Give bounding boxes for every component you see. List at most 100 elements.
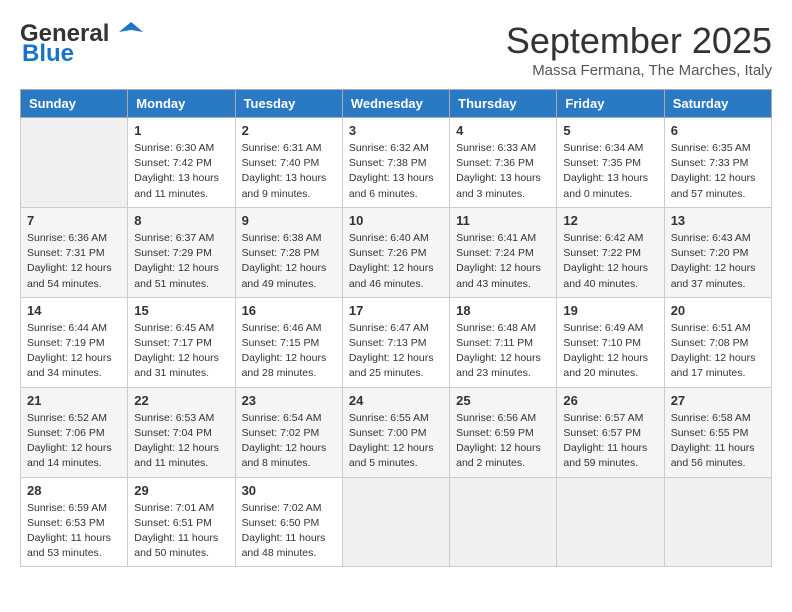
location-subtitle: Massa Fermana, The Marches, Italy	[506, 62, 772, 79]
day-cell: 30 Sunrise: 7:02 AMSunset: 6:50 PMDayligh…	[235, 477, 342, 567]
day-info: Sunrise: 7:01 AMSunset: 6:51 PMDaylight:…	[134, 501, 228, 562]
day-cell: 4 Sunrise: 6:33 AMSunset: 7:36 PMDaylight…	[450, 118, 557, 208]
header-row: SundayMondayTuesdayWednesdayThursdayFrid…	[21, 90, 772, 118]
header-cell-thursday: Thursday	[450, 90, 557, 118]
day-info: Sunrise: 6:42 AMSunset: 7:22 PMDaylight:…	[563, 231, 657, 292]
header-cell-sunday: Sunday	[21, 90, 128, 118]
day-cell: 1 Sunrise: 6:30 AMSunset: 7:42 PMDaylight…	[128, 118, 235, 208]
day-number: 9	[242, 213, 336, 228]
day-cell: 23 Sunrise: 6:54 AMSunset: 7:02 PMDayligh…	[235, 387, 342, 477]
day-info: Sunrise: 6:31 AMSunset: 7:40 PMDaylight:…	[242, 141, 336, 202]
day-number: 25	[456, 393, 550, 408]
day-cell: 15Sunrise: 6:45 AMSunset: 7:17 PMDayligh…	[128, 297, 235, 387]
day-info: Sunrise: 6:38 AMSunset: 7:28 PMDaylight:…	[242, 231, 336, 292]
day-cell: 16 Sunrise: 6:46 AMSunset: 7:15 PMDayligh…	[235, 297, 342, 387]
day-number: 26	[563, 393, 657, 408]
day-cell: 25 Sunrise: 6:56 AMSunset: 6:59 PMDayligh…	[450, 387, 557, 477]
day-info: Sunrise: 6:44 AMSunset: 7:19 PMDaylight:…	[27, 321, 121, 382]
day-number: 6	[671, 123, 765, 138]
day-number: 16	[242, 303, 336, 318]
day-number: 5	[563, 123, 657, 138]
day-info: Sunrise: 6:53 AMSunset: 7:04 PMDaylight:…	[134, 411, 228, 472]
calendar-body: 1 Sunrise: 6:30 AMSunset: 7:42 PMDaylight…	[21, 118, 772, 567]
day-number: 20	[671, 303, 765, 318]
header-cell-saturday: Saturday	[664, 90, 771, 118]
day-number: 21	[27, 393, 121, 408]
day-cell: 2Sunrise: 6:31 AMSunset: 7:40 PMDaylight…	[235, 118, 342, 208]
day-info: Sunrise: 6:56 AMSunset: 6:59 PMDaylight:…	[456, 411, 550, 472]
day-info: Sunrise: 6:52 AMSunset: 7:06 PMDaylight:…	[27, 411, 121, 472]
day-number: 8	[134, 213, 228, 228]
day-info: Sunrise: 6:34 AMSunset: 7:35 PMDaylight:…	[563, 141, 657, 202]
calendar-header: SundayMondayTuesdayWednesdayThursdayFrid…	[21, 90, 772, 118]
day-number: 18	[456, 303, 550, 318]
day-info: Sunrise: 6:51 AMSunset: 7:08 PMDaylight:…	[671, 321, 765, 382]
day-cell	[342, 477, 449, 567]
day-info: Sunrise: 6:32 AMSunset: 7:38 PMDaylight:…	[349, 141, 443, 202]
day-cell: 17 Sunrise: 6:47 AMSunset: 7:13 PMDayligh…	[342, 297, 449, 387]
logo-bird-icon	[111, 18, 143, 46]
day-cell: 12Sunrise: 6:42 AMSunset: 7:22 PMDayligh…	[557, 207, 664, 297]
day-cell: 14Sunrise: 6:44 AMSunset: 7:19 PMDayligh…	[21, 297, 128, 387]
day-number: 15	[134, 303, 228, 318]
day-cell: 20 Sunrise: 6:51 AMSunset: 7:08 PMDayligh…	[664, 297, 771, 387]
header-cell-wednesday: Wednesday	[342, 90, 449, 118]
day-info: Sunrise: 6:49 AMSunset: 7:10 PMDaylight:…	[563, 321, 657, 382]
day-number: 23	[242, 393, 336, 408]
week-row-3: 14Sunrise: 6:44 AMSunset: 7:19 PMDayligh…	[21, 297, 772, 387]
header-cell-friday: Friday	[557, 90, 664, 118]
day-cell: 3Sunrise: 6:32 AMSunset: 7:38 PMDaylight…	[342, 118, 449, 208]
day-info: Sunrise: 6:46 AMSunset: 7:15 PMDaylight:…	[242, 321, 336, 382]
day-number: 19	[563, 303, 657, 318]
header-cell-tuesday: Tuesday	[235, 90, 342, 118]
day-number: 7	[27, 213, 121, 228]
day-number: 22	[134, 393, 228, 408]
day-info: Sunrise: 6:54 AMSunset: 7:02 PMDaylight:…	[242, 411, 336, 472]
header-cell-monday: Monday	[128, 90, 235, 118]
day-number: 24	[349, 393, 443, 408]
day-number: 17	[349, 303, 443, 318]
day-number: 10	[349, 213, 443, 228]
title-area: September 2025 Massa Fermana, The Marche…	[506, 20, 772, 79]
day-cell: 19 Sunrise: 6:49 AMSunset: 7:10 PMDayligh…	[557, 297, 664, 387]
day-info: Sunrise: 6:30 AMSunset: 7:42 PMDaylight:…	[134, 141, 228, 202]
day-info: Sunrise: 6:37 AMSunset: 7:29 PMDaylight:…	[134, 231, 228, 292]
day-cell: 9 Sunrise: 6:38 AMSunset: 7:28 PMDaylight…	[235, 207, 342, 297]
day-number: 29	[134, 483, 228, 498]
day-number: 30	[242, 483, 336, 498]
day-info: Sunrise: 6:58 AMSunset: 6:55 PMDaylight:…	[671, 411, 765, 472]
day-cell: 22 Sunrise: 6:53 AMSunset: 7:04 PMDayligh…	[128, 387, 235, 477]
day-info: Sunrise: 6:36 AMSunset: 7:31 PMDaylight:…	[27, 231, 121, 292]
day-info: Sunrise: 6:57 AMSunset: 6:57 PMDaylight:…	[563, 411, 657, 472]
day-number: 27	[671, 393, 765, 408]
logo: General Blue	[20, 20, 143, 68]
day-cell: 6 Sunrise: 6:35 AMSunset: 7:33 PMDaylight…	[664, 118, 771, 208]
calendar-table: SundayMondayTuesdayWednesdayThursdayFrid…	[20, 89, 772, 567]
day-info: Sunrise: 6:33 AMSunset: 7:36 PMDaylight:…	[456, 141, 550, 202]
day-cell: 27 Sunrise: 6:58 AMSunset: 6:55 PMDayligh…	[664, 387, 771, 477]
day-info: Sunrise: 6:48 AMSunset: 7:11 PMDaylight:…	[456, 321, 550, 382]
day-cell: 11Sunrise: 6:41 AMSunset: 7:24 PMDayligh…	[450, 207, 557, 297]
day-number: 28	[27, 483, 121, 498]
day-number: 13	[671, 213, 765, 228]
day-info: Sunrise: 6:55 AMSunset: 7:00 PMDaylight:…	[349, 411, 443, 472]
logo-blue-text: Blue	[22, 40, 74, 68]
day-info: Sunrise: 6:41 AMSunset: 7:24 PMDaylight:…	[456, 231, 550, 292]
month-title: September 2025	[506, 20, 772, 62]
day-info: Sunrise: 7:02 AMSunset: 6:50 PMDaylight:…	[242, 501, 336, 562]
day-cell: 7 Sunrise: 6:36 AMSunset: 7:31 PMDaylight…	[21, 207, 128, 297]
day-cell: 18 Sunrise: 6:48 AMSunset: 7:11 PMDayligh…	[450, 297, 557, 387]
day-info: Sunrise: 6:35 AMSunset: 7:33 PMDaylight:…	[671, 141, 765, 202]
day-cell	[664, 477, 771, 567]
day-cell: 26 Sunrise: 6:57 AMSunset: 6:57 PMDayligh…	[557, 387, 664, 477]
week-row-1: 1 Sunrise: 6:30 AMSunset: 7:42 PMDaylight…	[21, 118, 772, 208]
day-cell: 5 Sunrise: 6:34 AMSunset: 7:35 PMDaylight…	[557, 118, 664, 208]
day-info: Sunrise: 6:47 AMSunset: 7:13 PMDaylight:…	[349, 321, 443, 382]
day-cell: 24 Sunrise: 6:55 AMSunset: 7:00 PMDayligh…	[342, 387, 449, 477]
page-header: General Blue September 2025 Massa Ferman…	[20, 20, 772, 79]
day-number: 4	[456, 123, 550, 138]
week-row-5: 28 Sunrise: 6:59 AMSunset: 6:53 PMDayligh…	[21, 477, 772, 567]
day-cell: 28 Sunrise: 6:59 AMSunset: 6:53 PMDayligh…	[21, 477, 128, 567]
day-number: 1	[134, 123, 228, 138]
day-info: Sunrise: 6:59 AMSunset: 6:53 PMDaylight:…	[27, 501, 121, 562]
